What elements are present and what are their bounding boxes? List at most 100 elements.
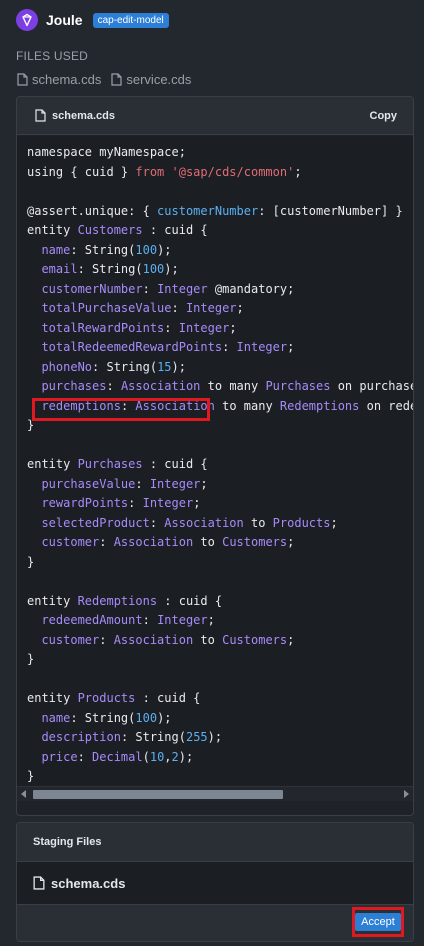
staging-footer: Accept	[17, 904, 413, 941]
code-token: entity	[27, 691, 78, 705]
code-token: ;	[193, 496, 201, 510]
code-token: using { cuid }	[27, 164, 136, 179]
code-token: description	[41, 730, 121, 744]
horizontal-scrollbar[interactable]	[17, 786, 413, 801]
code-line: customer: Association to Customers;	[27, 533, 413, 553]
code-token: ;	[287, 340, 295, 354]
code-token: (	[142, 749, 150, 764]
code-line: namespace myNamespace;	[27, 143, 413, 163]
code-token: Association	[120, 379, 201, 393]
code-token: ;	[287, 535, 295, 549]
code-token: 10	[149, 749, 165, 764]
code-token: totalPurchaseValue	[41, 301, 172, 315]
joule-logo-icon	[16, 9, 38, 31]
code-line: }	[27, 553, 413, 573]
code-token: : String(	[77, 262, 143, 276]
file-link-schema[interactable]: schema.cds	[17, 72, 101, 87]
file-link-label: service.cds	[126, 72, 192, 87]
code-token: to	[243, 515, 273, 530]
scroll-left-arrow-icon[interactable]	[21, 790, 26, 798]
code-token: totalRewardPoints	[41, 320, 165, 335]
code-line: purchases: Association to many Purchases…	[27, 377, 413, 397]
staging-title: Staging Files	[17, 823, 413, 862]
code-token: :	[135, 476, 150, 491]
code-line: purchaseValue: Integer;	[27, 475, 413, 495]
code-token: name	[41, 710, 71, 725]
code-token: );	[171, 359, 186, 374]
code-panel-filename: schema.cds	[52, 109, 115, 122]
copy-button[interactable]: Copy	[370, 110, 398, 122]
code-token: );	[157, 710, 172, 725]
app-title: Joule	[46, 12, 83, 28]
code-token: }	[27, 769, 35, 783]
code-token: );	[164, 262, 179, 276]
code-token: Integer	[178, 320, 230, 335]
code-token: ;	[200, 476, 208, 491]
code-token: @assert.unique: {	[27, 203, 158, 218]
code-line: }	[27, 416, 413, 436]
code-token: 100	[135, 710, 158, 725]
code-token: :	[77, 749, 93, 764]
code-token: '@sap/cds/common'	[164, 164, 295, 179]
code-token: : String(	[120, 730, 186, 744]
code-token: );	[207, 730, 223, 744]
code-token: price	[41, 749, 78, 764]
file-link-service[interactable]: service.cds	[111, 72, 191, 87]
code-token: : String(	[92, 359, 158, 374]
code-token: Redemptions	[77, 593, 158, 608]
code-token: customerNumber	[41, 281, 143, 296]
code-token: :	[164, 320, 179, 335]
code-token: 100	[135, 242, 158, 257]
code-line: entity Purchases : cuid {	[27, 455, 413, 475]
code-token: ;	[229, 320, 237, 335]
code-token: 2	[171, 749, 179, 764]
file-link-label: schema.cds	[32, 72, 102, 87]
code-line: }	[27, 767, 413, 787]
code-token: Integer	[185, 301, 237, 315]
code-token: phoneNo	[41, 359, 93, 374]
code-line: using { cuid } from '@sap/cds/common';	[27, 163, 413, 183]
code-line: rewardPoints: Integer;	[27, 494, 413, 514]
code-editor[interactable]: namespace myNamespace; using { cuid } fro…	[17, 136, 413, 801]
code-token: Association	[135, 398, 215, 413]
code-line: price: Decimal(10,2);	[27, 748, 413, 768]
code-token: email	[41, 262, 78, 276]
code-token: Integer	[236, 340, 288, 354]
code-token: redeemedAmount	[41, 613, 143, 627]
code-token: : cuid {	[135, 691, 201, 705]
scroll-right-arrow-icon[interactable]	[404, 790, 409, 798]
code-token: 255	[185, 730, 208, 744]
code-token: to many	[214, 398, 280, 413]
code-line: email: String(100);	[27, 260, 413, 280]
code-token: to many	[200, 379, 266, 393]
accept-button[interactable]: Accept	[352, 907, 404, 937]
staging-file-item[interactable]: schema.cds	[17, 862, 413, 904]
code-token: :	[99, 632, 114, 647]
code-line: entity Products : cuid {	[27, 689, 413, 709]
code-token: :	[171, 301, 186, 315]
code-token: redemptions	[41, 398, 121, 413]
code-token: Products	[272, 515, 331, 530]
code-token: );	[157, 242, 172, 257]
code-line: totalRedeemedRewardPoints: Integer;	[27, 338, 413, 358]
code-token: Customers	[222, 632, 288, 647]
code-token: entity	[27, 223, 78, 237]
code-token: Redemptions	[279, 398, 360, 413]
code-line: redeemedAmount: Integer;	[27, 611, 413, 631]
code-token: : [customerNumber] }	[258, 203, 403, 218]
scrollbar-thumb[interactable]	[33, 790, 283, 799]
code-token: :	[142, 613, 158, 627]
code-token: on rede	[359, 398, 413, 413]
code-token: name	[41, 242, 71, 257]
accept-button-label: Accept	[355, 913, 401, 931]
code-token: Integer	[157, 281, 208, 296]
code-token: );	[178, 749, 194, 764]
files-used-label: FILES USED	[16, 49, 89, 63]
